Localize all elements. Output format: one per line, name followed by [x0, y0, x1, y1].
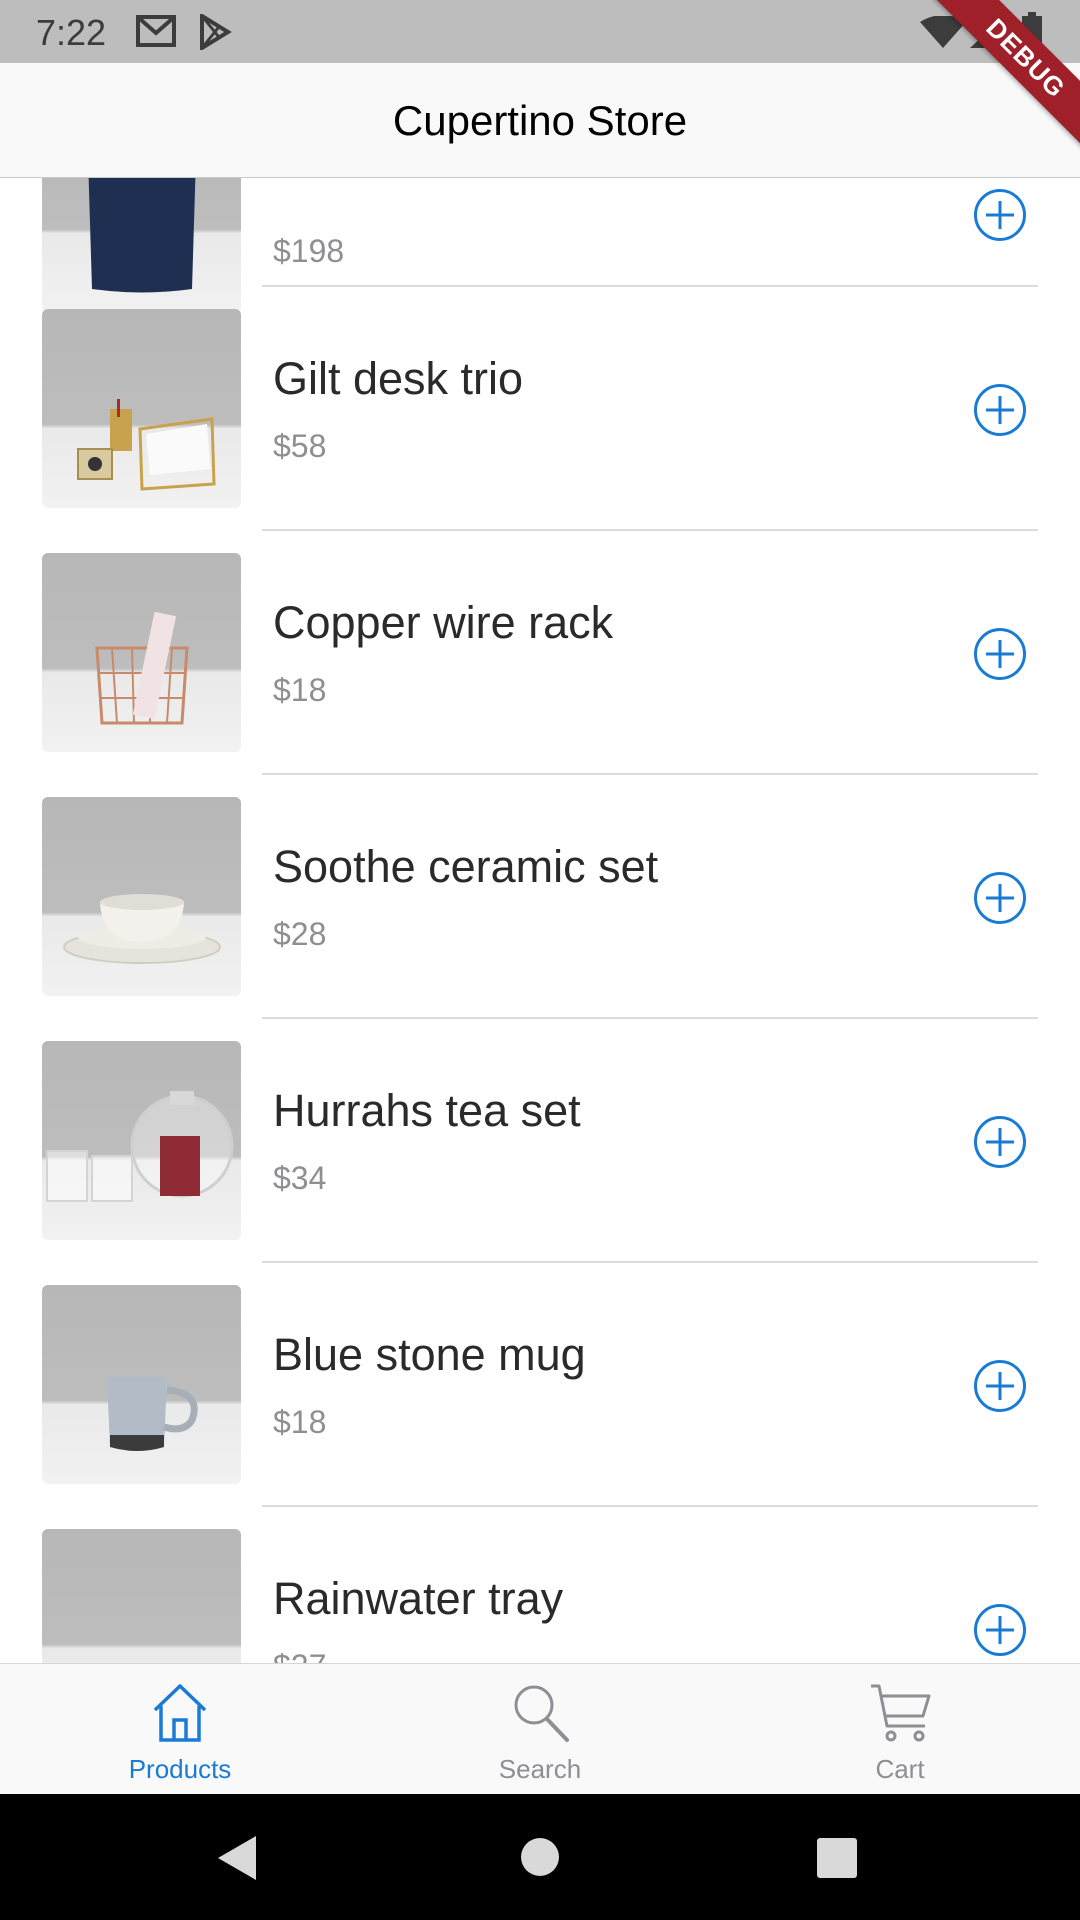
product-image [42, 1041, 241, 1240]
android-navigation-bar [0, 1794, 1080, 1920]
tab-label: Products [128, 1754, 232, 1784]
product-row: Hurrahs tea set $34 [0, 1019, 1080, 1263]
product-list[interactable]: $198 Gilt desk trio $58 Copper wire rack… [0, 178, 1080, 1663]
add-to-cart-button[interactable] [973, 188, 1027, 242]
add-to-cart-button[interactable] [973, 1359, 1027, 1413]
tab-label: Search [498, 1754, 582, 1784]
status-bar: 7:22 [0, 0, 1080, 63]
product-name: Hurrahs tea set [273, 1085, 581, 1136]
navigation-bar: Cupertino Store [0, 63, 1080, 178]
product-name: Soothe ceramic set [273, 841, 659, 892]
product-image [42, 553, 241, 752]
add-to-cart-button[interactable] [973, 383, 1027, 437]
product-name: Rainwater tray [273, 1573, 564, 1624]
add-to-cart-button[interactable] [973, 627, 1027, 681]
product-price: $34 [273, 1160, 327, 1196]
signal-icon [970, 16, 1004, 53]
add-to-cart-button[interactable] [973, 1603, 1027, 1657]
product-row: Soothe ceramic set $28 [0, 775, 1080, 1019]
product-name: Copper wire rack [273, 597, 614, 648]
home-icon [147, 1680, 213, 1746]
product-name: Gilt desk trio [273, 353, 524, 404]
product-price: $27 [273, 1648, 326, 1663]
page-title: Cupertino Store [392, 97, 688, 144]
tab-label: Cart [875, 1754, 925, 1784]
add-circle-icon [974, 189, 1026, 241]
battery-icon [1022, 12, 1042, 55]
product-row: Blue stone mug $18 [0, 1263, 1080, 1507]
cart-icon [867, 1680, 933, 1746]
add-to-cart-button[interactable] [973, 871, 1027, 925]
product-image [42, 797, 241, 996]
product-image [42, 1285, 241, 1484]
wifi-icon [920, 15, 966, 53]
back-triangle-icon [218, 1836, 256, 1880]
product-price: $198 [273, 233, 345, 269]
product-image [42, 309, 241, 508]
home-button[interactable] [521, 1838, 559, 1881]
add-circle-icon [974, 384, 1026, 436]
add-circle-icon [974, 1360, 1026, 1412]
tab-cart[interactable]: Cart [720, 1664, 1080, 1795]
tab-products[interactable]: Products [0, 1664, 360, 1795]
add-circle-icon [974, 1116, 1026, 1168]
product-name: Blue stone mug [273, 1329, 586, 1380]
tab-bar: Products Search Cart [0, 1663, 1080, 1794]
add-circle-icon [974, 872, 1026, 924]
add-circle-icon [974, 1604, 1026, 1656]
product-price: $58 [273, 428, 327, 464]
product-image [42, 1529, 241, 1663]
recents-square-icon [817, 1838, 857, 1878]
add-to-cart-button[interactable] [973, 1115, 1027, 1169]
product-row: Gilt desk trio $58 [0, 287, 1080, 531]
gmail-icon [136, 14, 176, 53]
home-circle-icon [521, 1838, 559, 1876]
add-circle-icon [974, 628, 1026, 680]
product-price: $18 [273, 1404, 327, 1440]
status-time: 7:22 [36, 12, 107, 53]
play-store-icon [198, 12, 232, 55]
recents-button[interactable] [817, 1838, 857, 1883]
product-price: $28 [273, 916, 327, 952]
back-button[interactable] [218, 1836, 258, 1885]
tab-search[interactable]: Search [360, 1664, 720, 1795]
search-icon [507, 1680, 573, 1746]
product-row: Copper wire rack $18 [0, 531, 1080, 775]
product-price: $18 [273, 672, 327, 708]
product-row: Rainwater tray $27 [0, 1507, 1080, 1663]
